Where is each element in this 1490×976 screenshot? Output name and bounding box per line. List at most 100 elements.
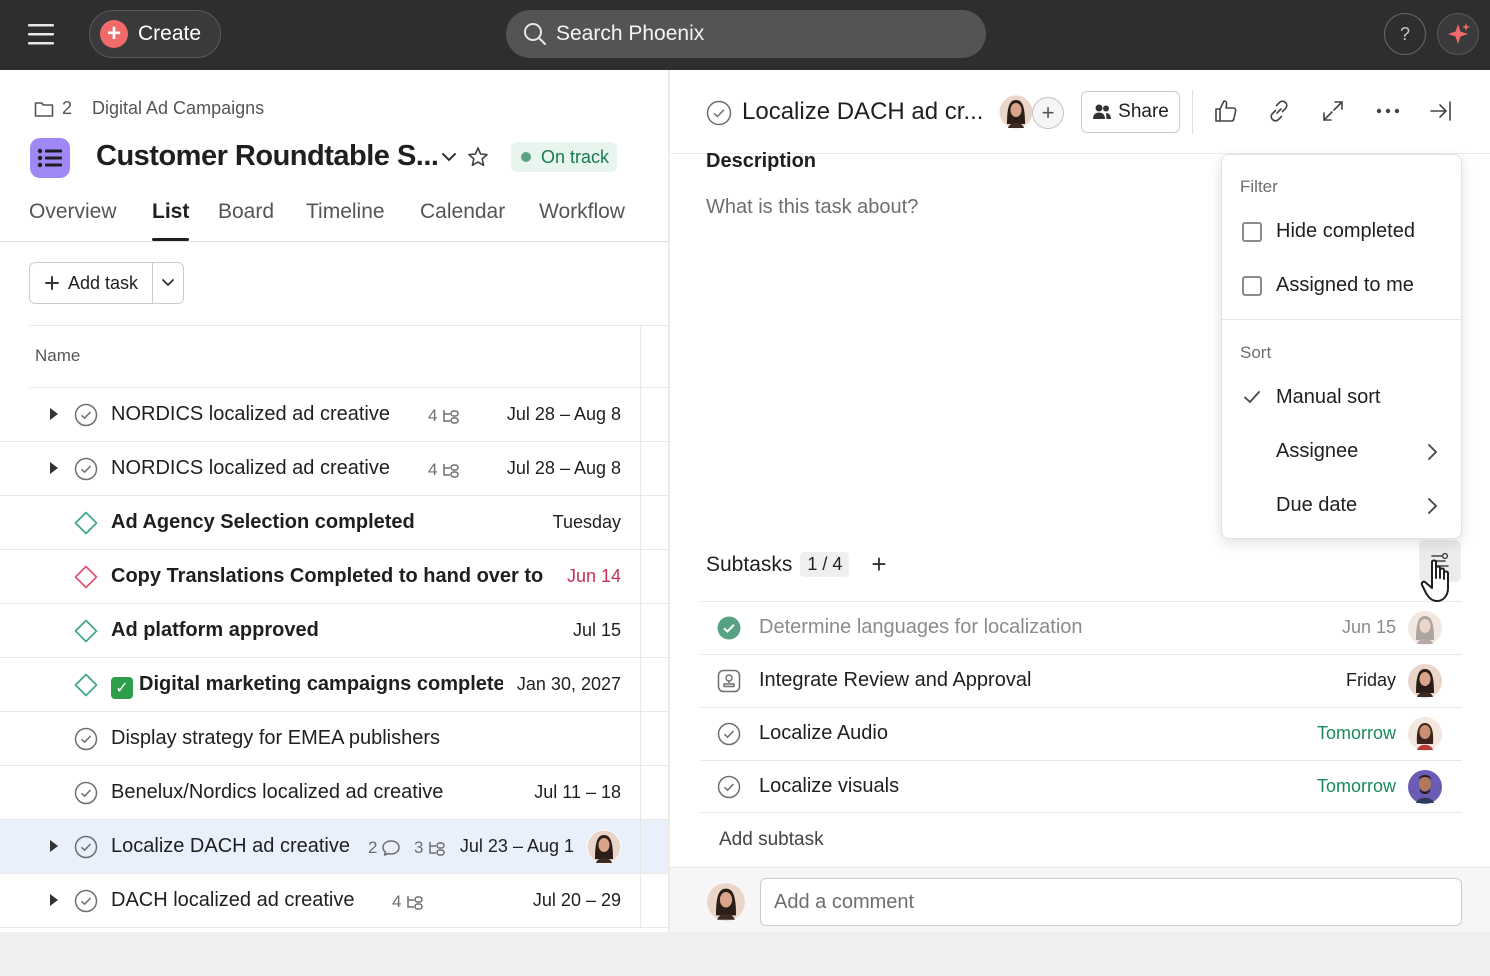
assignee-avatar[interactable]: [1407, 769, 1443, 805]
tab-board[interactable]: Board: [218, 200, 274, 224]
table-row[interactable]: Ad platform approved Jul 15: [0, 604, 668, 658]
search-input[interactable]: Search Phoenix: [506, 10, 986, 58]
tab-workflow[interactable]: Workflow: [539, 200, 625, 224]
due-date[interactable]: Jul 20 – 29: [533, 890, 621, 911]
expand-triangle-icon[interactable]: [48, 407, 60, 421]
due-date[interactable]: Jul 28 – Aug 8: [507, 458, 621, 479]
subtask-name: Localize visuals: [759, 775, 900, 797]
circle-check-icon[interactable]: [74, 457, 98, 481]
milestone-diamond-icon[interactable]: [74, 511, 98, 535]
table-row[interactable]: NORDICS localized ad creative 4 Jul 28 –…: [0, 442, 668, 496]
due-date[interactable]: Jun 14: [567, 566, 621, 587]
hide-completed-checkbox[interactable]: [1242, 222, 1262, 242]
due-date[interactable]: Jul 15: [573, 620, 621, 641]
subtask-count: 4: [428, 460, 461, 480]
circle-check-icon[interactable]: [74, 403, 98, 427]
tab-timeline[interactable]: Timeline: [306, 200, 385, 224]
table-row[interactable]: NORDICS localized ad creative 4 Jul 28 –…: [0, 388, 668, 442]
add-collaborator-button[interactable]: +: [1032, 97, 1064, 129]
subtask-due-date[interactable]: Friday: [1346, 670, 1396, 691]
add-subtask-button[interactable]: Add subtask: [719, 829, 824, 851]
subtask-row[interactable]: Integrate Review and Approval Friday: [700, 654, 1462, 707]
hamburger-menu-icon[interactable]: [24, 18, 58, 52]
approval-stamp-icon[interactable]: [717, 669, 741, 693]
circle-check-icon[interactable]: [717, 775, 741, 799]
comment-count: 2: [368, 838, 401, 858]
list-header: Name: [29, 325, 668, 389]
project-list-panel: 2 Digital Ad Campaigns Customer Roundtab…: [0, 70, 669, 932]
project-list-icon: [30, 138, 70, 178]
milestone-diamond-icon[interactable]: [74, 673, 98, 697]
table-row[interactable]: Localize DACH ad creative 2 3 Jul 23 – A…: [0, 820, 668, 874]
link-icon[interactable]: [1266, 98, 1292, 124]
table-row[interactable]: Benelux/Nordics localized ad creative Ju…: [0, 766, 668, 820]
manual-sort-label: Manual sort: [1276, 386, 1381, 408]
table-row[interactable]: ✓ Digital marketing campaigns complete Ja…: [0, 658, 668, 712]
task-title[interactable]: Localize DACH ad cr...: [742, 98, 983, 126]
due-date[interactable]: Jul 23 – Aug 1: [460, 836, 574, 857]
due-date[interactable]: Jul 11 – 18: [534, 782, 621, 803]
subtask-row[interactable]: Localize Audio Tomorrow: [700, 707, 1462, 760]
milestone-diamond-icon[interactable]: [74, 565, 98, 589]
assignee-avatar[interactable]: [1407, 716, 1443, 752]
window-bottom-strip: [0, 932, 1490, 976]
due-date[interactable]: Jan 30, 2027: [517, 674, 621, 695]
circle-check-icon[interactable]: [74, 835, 98, 859]
help-button[interactable]: ?: [1384, 13, 1426, 55]
add-task-button[interactable]: Add task: [30, 263, 153, 303]
expand-triangle-icon[interactable]: [48, 893, 60, 907]
mark-complete-icon[interactable]: [706, 100, 732, 126]
due-date[interactable]: Jul 28 – Aug 8: [507, 404, 621, 425]
subtask-due-date[interactable]: Tomorrow: [1317, 723, 1396, 744]
assignee-avatar[interactable]: [1407, 663, 1443, 699]
due-date-sort-option[interactable]: Due date: [1222, 481, 1461, 531]
close-panel-icon[interactable]: [1428, 98, 1454, 124]
hide-completed-option[interactable]: Hide completed: [1222, 207, 1461, 257]
expand-triangle-icon[interactable]: [48, 839, 60, 853]
circle-check-icon[interactable]: [717, 722, 741, 746]
ai-sparkle-button[interactable]: [1437, 13, 1479, 55]
due-date[interactable]: Tuesday: [553, 512, 621, 533]
subtask-due-date[interactable]: Tomorrow: [1317, 776, 1396, 797]
star-icon[interactable]: [467, 146, 489, 168]
thumbs-up-icon[interactable]: [1213, 98, 1239, 124]
name-column-header[interactable]: Name: [35, 346, 80, 366]
table-row[interactable]: Ad Agency Selection completed Tuesday: [0, 496, 668, 550]
completed-check-icon[interactable]: [717, 616, 741, 640]
breadcrumb-name[interactable]: Digital Ad Campaigns: [92, 98, 264, 119]
assignee-sort-option[interactable]: Assignee: [1222, 427, 1461, 477]
column-divider: [640, 326, 641, 389]
description-field[interactable]: What is this task about?: [706, 196, 918, 219]
tab-calendar[interactable]: Calendar: [420, 200, 505, 224]
circle-check-icon[interactable]: [74, 781, 98, 805]
circle-check-icon[interactable]: [74, 727, 98, 751]
tab-overview[interactable]: Overview: [29, 200, 117, 224]
manual-sort-option[interactable]: Manual sort: [1222, 373, 1461, 423]
expand-triangle-icon[interactable]: [48, 461, 60, 475]
tab-list[interactable]: List: [152, 200, 190, 241]
assigned-to-me-option[interactable]: Assigned to me: [1222, 261, 1461, 311]
add-subtask-plus-icon[interactable]: +: [871, 549, 886, 580]
assigned-to-me-checkbox[interactable]: [1242, 276, 1262, 296]
project-title[interactable]: Customer Roundtable S...: [96, 140, 439, 173]
chevron-down-icon[interactable]: [440, 150, 458, 164]
expand-icon[interactable]: [1320, 98, 1346, 124]
create-button[interactable]: + Create: [89, 10, 221, 58]
more-options-icon[interactable]: [1374, 98, 1402, 124]
share-button[interactable]: Share: [1081, 91, 1180, 133]
assignee-avatar[interactable]: [586, 829, 622, 865]
status-badge[interactable]: On track: [511, 142, 618, 172]
milestone-diamond-icon[interactable]: [74, 619, 98, 643]
subtask-row[interactable]: Localize visuals Tomorrow: [700, 760, 1462, 813]
subtask-due-date[interactable]: Jun 15: [1342, 617, 1396, 638]
breadcrumb[interactable]: 2 Digital Ad Campaigns: [34, 98, 264, 119]
table-row[interactable]: DACH localized ad creative 4 Jul 20 – 29: [0, 874, 668, 928]
collaborator-avatar[interactable]: [998, 94, 1034, 130]
comment-input[interactable]: [760, 878, 1462, 926]
add-task-dropdown[interactable]: [153, 263, 183, 303]
circle-check-icon[interactable]: [74, 889, 98, 913]
table-row[interactable]: Display strategy for EMEA publishers: [0, 712, 668, 766]
subtask-row[interactable]: Determine languages for localization Jun…: [700, 601, 1462, 654]
assignee-avatar[interactable]: [1407, 610, 1443, 646]
table-row[interactable]: Copy Translations Completed to hand over…: [0, 550, 668, 604]
